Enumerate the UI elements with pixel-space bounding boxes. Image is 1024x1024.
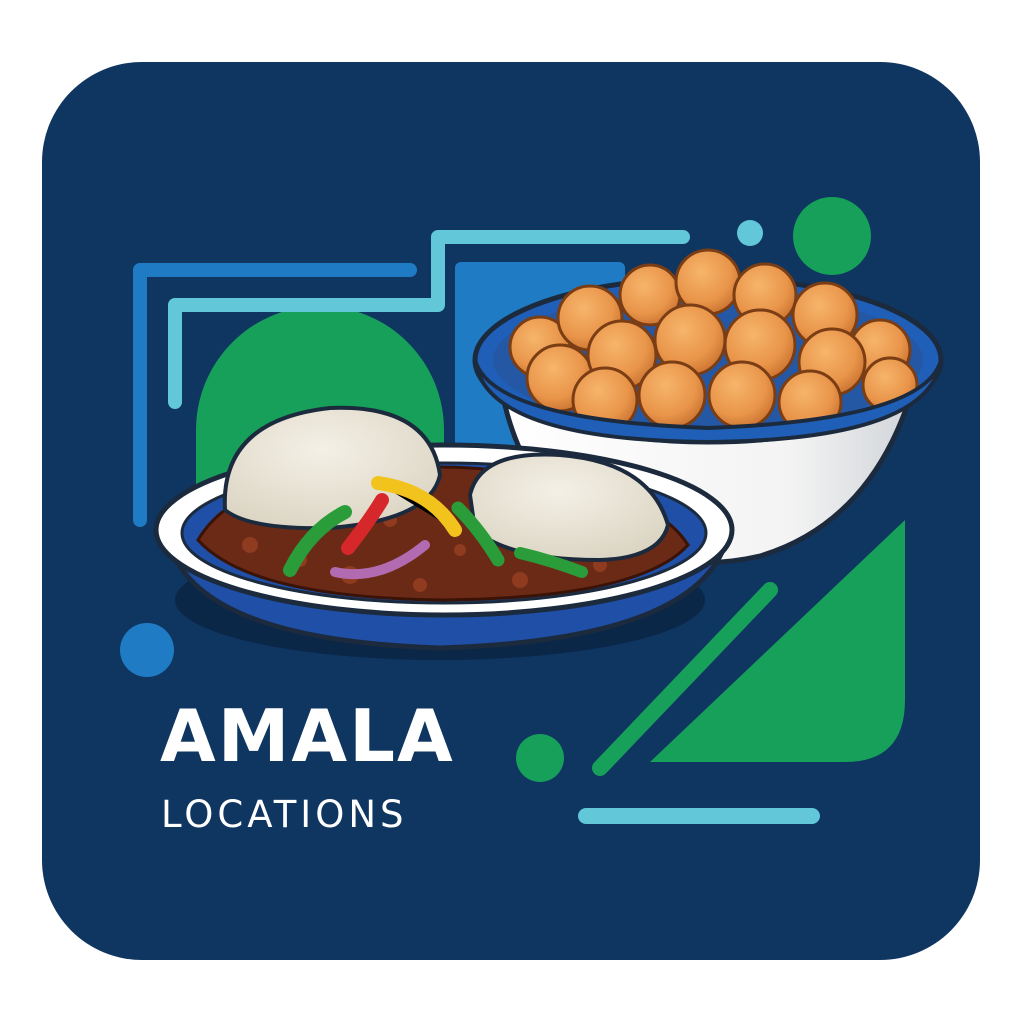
app-icon-artwork	[42, 62, 980, 960]
green-circle-shape	[793, 197, 871, 275]
blue-dot-shape	[120, 623, 174, 677]
app-subtitle: LOCATIONS	[161, 793, 408, 836]
green-dot-shape	[516, 734, 564, 782]
cyan-dot-shape	[737, 220, 763, 246]
app-title: AMALA	[160, 694, 455, 778]
app-icon: AMALA LOCATIONS	[0, 0, 1024, 1024]
